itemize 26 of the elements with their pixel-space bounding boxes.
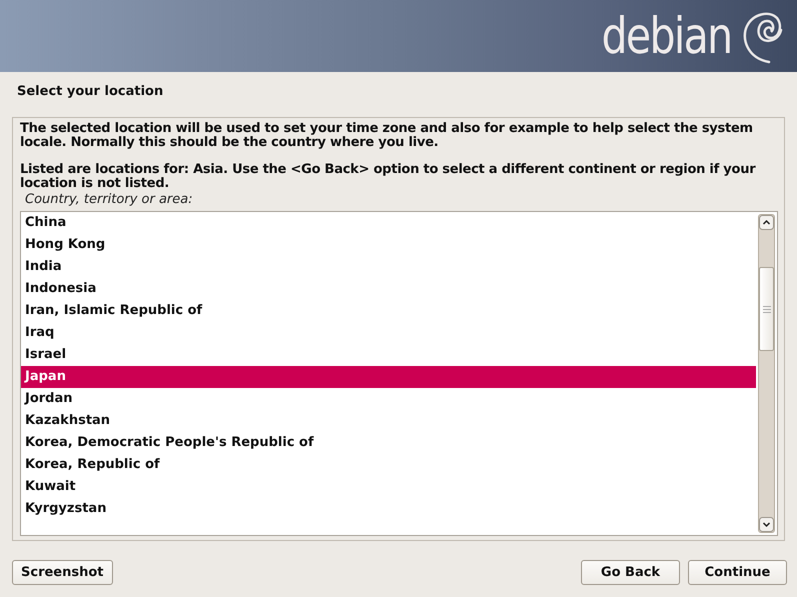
nav-button[interactable]: Continue bbox=[688, 560, 787, 585]
scroll-thumb[interactable] bbox=[759, 267, 774, 351]
description-text: The selected location will be used to set your time zone and also for example to help select the system locale. Normally this should be the country where you live. bbox=[20, 122, 754, 150]
country-item[interactable]: Iraq bbox=[21, 322, 756, 344]
country-item[interactable]: Hong Kong bbox=[21, 234, 756, 256]
country-item[interactable]: Kyrgyzstan bbox=[21, 498, 756, 520]
country-item[interactable]: Indonesia bbox=[21, 278, 756, 300]
scroll-up-icon[interactable] bbox=[759, 215, 774, 230]
scrollbar[interactable] bbox=[758, 214, 775, 533]
list-label: Country, territory or area: bbox=[24, 191, 194, 209]
country-item[interactable]: Jordan bbox=[21, 388, 756, 410]
scroll-down-icon[interactable] bbox=[759, 517, 774, 532]
country-item[interactable]: Korea, Democratic People's Republic of bbox=[21, 432, 756, 454]
country-item[interactable]: Kazakhstan bbox=[21, 410, 756, 432]
nav-button[interactable]: Go Back bbox=[581, 560, 680, 585]
country-item[interactable]: Kuwait bbox=[21, 476, 756, 498]
country-item[interactable]: Japan bbox=[21, 366, 756, 388]
country-item[interactable]: Iran, Islamic Republic of bbox=[21, 300, 756, 322]
country-item[interactable]: India bbox=[21, 256, 756, 278]
country-item[interactable]: Korea, Republic of bbox=[21, 454, 756, 476]
country-item[interactable]: China bbox=[21, 212, 756, 234]
description-text: Listed are locations for: Asia. Use the <Go Back> option to select a different continent or region if your location is not listed. bbox=[20, 163, 757, 191]
country-item[interactable]: Israel bbox=[21, 344, 756, 366]
logo-text: debian bbox=[601, 11, 731, 61]
page-title: Select your location bbox=[16, 83, 164, 101]
screenshot-button[interactable]: Screenshot bbox=[12, 560, 113, 585]
